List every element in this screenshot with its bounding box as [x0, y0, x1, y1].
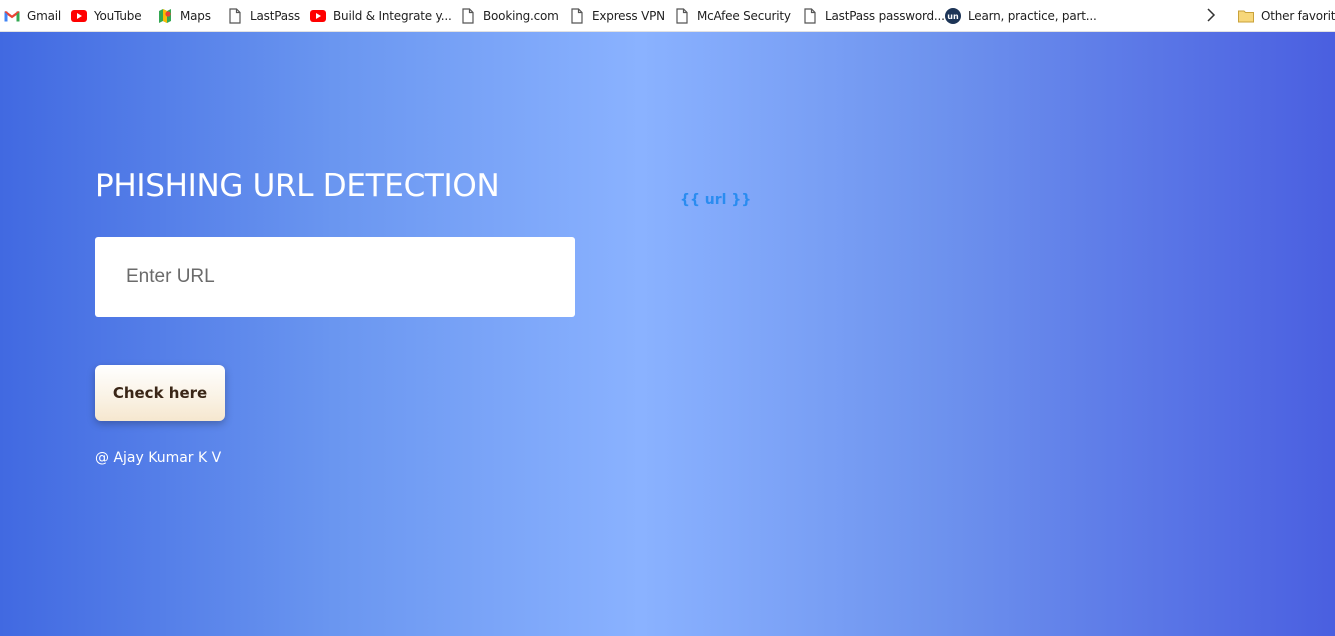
bookmark-maps[interactable]: Maps [153, 4, 223, 28]
bookmark-label: Other favorite [1261, 9, 1335, 23]
bookmark-label: LastPass password... [825, 8, 945, 23]
bookmark-mcafee[interactable]: McAfee Security [670, 4, 798, 28]
bookmark-label: Learn, practice, part... [968, 8, 1097, 23]
gmail-icon [4, 8, 20, 24]
bookmark-label: LastPass [250, 8, 300, 23]
youtube-icon [71, 8, 87, 24]
bookmark-label: Build & Integrate y... [333, 8, 452, 23]
bookmark-express-vpn[interactable]: Express VPN [565, 4, 670, 28]
un-icon: un [945, 7, 961, 24]
main-page: PHISHING URL DETECTION {{ url }} Check h… [0, 32, 1335, 636]
page-icon [674, 7, 690, 24]
bookmarks-overflow-button[interactable] [1201, 4, 1221, 28]
bookmarks-bar: Gmail YouTube Maps LastPass Build & Inte… [0, 0, 1335, 32]
page-title: PHISHING URL DETECTION [95, 168, 500, 204]
bookmark-lastpass-password[interactable]: LastPass password... [798, 4, 945, 28]
page-icon [460, 7, 476, 24]
chevron-right-icon [1206, 7, 1216, 25]
bookmark-label: McAfee Security [697, 8, 791, 23]
check-button[interactable]: Check here [95, 365, 225, 421]
bookmark-other-favorites[interactable]: Other favorite [1234, 4, 1335, 28]
bookmark-build-integrate[interactable]: Build & Integrate y... [306, 4, 456, 28]
url-result-text: {{ url }} [680, 192, 752, 208]
svg-text:un: un [947, 12, 959, 21]
folder-icon [1238, 8, 1254, 24]
page-icon [227, 7, 243, 24]
bookmark-booking[interactable]: Booking.com [456, 4, 565, 28]
bookmark-label: Express VPN [592, 8, 665, 23]
bookmark-label: YouTube [94, 8, 142, 23]
youtube-icon [310, 8, 326, 24]
bookmark-youtube[interactable]: YouTube [67, 4, 153, 28]
bookmark-lastpass[interactable]: LastPass [223, 4, 306, 28]
bookmark-gmail[interactable]: Gmail [0, 4, 67, 28]
bookmark-label: Booking.com [483, 8, 559, 23]
url-input[interactable] [95, 237, 575, 317]
bookmark-label: Maps [180, 8, 211, 23]
page-icon [569, 7, 585, 24]
page-icon [802, 7, 818, 24]
maps-icon [157, 8, 173, 24]
bookmark-learn-practice[interactable]: un Learn, practice, part... [941, 4, 1097, 28]
bookmark-label: Gmail [27, 8, 62, 23]
author-credit: @ Ajay Kumar K V [95, 450, 222, 466]
